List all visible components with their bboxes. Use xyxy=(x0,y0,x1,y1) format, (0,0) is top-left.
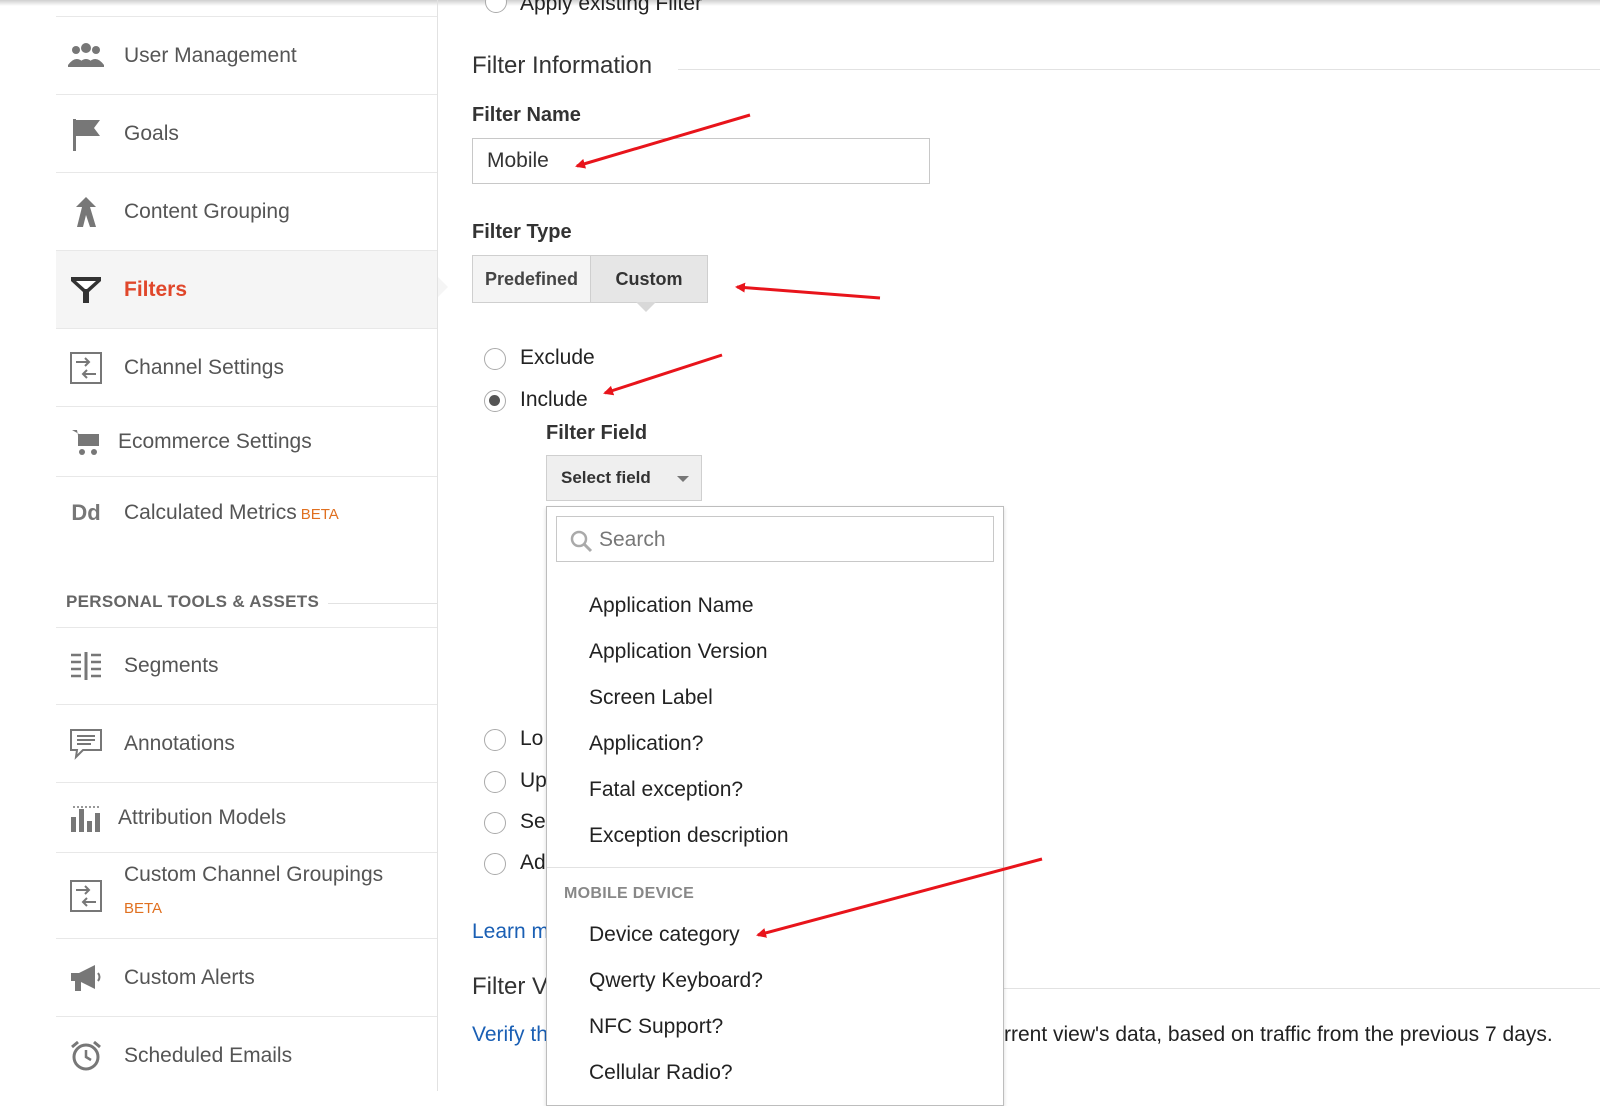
sidebar-item-label: Attribution Models xyxy=(118,805,287,829)
content-grouping-icon xyxy=(68,194,104,230)
apply-existing-filter-label: Apply existing Filter xyxy=(520,0,703,15)
option-label: Se xyxy=(520,810,546,833)
select-field-label: Select field xyxy=(561,468,651,487)
divider xyxy=(678,69,1600,70)
sidebar-item-filters[interactable]: Filters xyxy=(56,251,437,329)
sidebar-item-custom-channel-groupings[interactable]: Custom Channel Groupings BETA xyxy=(56,853,437,939)
channel-groupings-icon xyxy=(68,878,104,914)
include-label: Include xyxy=(520,388,588,411)
filter-icon xyxy=(68,272,104,308)
search-placeholder: Search xyxy=(599,528,666,551)
megaphone-icon xyxy=(68,960,104,996)
include-radio[interactable] xyxy=(484,390,506,412)
verify-description: rrent view's data, based on traffic from… xyxy=(1004,1023,1553,1046)
divider xyxy=(328,603,437,604)
users-icon xyxy=(68,38,104,74)
channel-settings-icon xyxy=(68,350,104,386)
filter-field-label: Filter Field xyxy=(546,422,648,444)
sidebar-item-label: Goals xyxy=(124,121,179,145)
annotations-icon xyxy=(68,726,104,762)
sidebar-item-content-grouping[interactable]: Content Grouping xyxy=(56,173,437,251)
active-pointer xyxy=(437,276,448,298)
cart-icon xyxy=(68,424,104,460)
chevron-down-icon xyxy=(677,476,689,482)
selected-tab-caret xyxy=(636,302,656,312)
alarm-clock-icon xyxy=(68,1038,104,1074)
exclude-label: Exclude xyxy=(520,346,595,369)
calculated-metrics-icon: Dd xyxy=(71,500,101,525)
sidebar-item-label: Custom Alerts xyxy=(124,965,255,989)
sidebar-item-label: Segments xyxy=(124,654,219,677)
sidebar-item-segments[interactable]: Segments xyxy=(56,627,437,705)
sidebar-item-label: Ecommerce Settings xyxy=(118,429,312,453)
sidebar-item-annotations[interactable]: Annotations xyxy=(56,705,437,783)
sidebar-item-label: Channel Settings xyxy=(124,355,284,379)
divider xyxy=(1003,988,1600,989)
sidebar-item-goals[interactable]: Goals xyxy=(56,95,437,173)
filter-name-label: Filter Name xyxy=(472,104,581,126)
segments-icon xyxy=(68,648,104,684)
sidebar-item-scheduled-emails[interactable]: Scheduled Emails xyxy=(56,1017,437,1095)
sidebar-item-label: Scheduled Emails xyxy=(124,1044,293,1067)
filter-type-custom-tab[interactable]: Custom xyxy=(590,255,708,303)
sidebar-item-label: Annotations xyxy=(124,731,235,755)
option-radio[interactable] xyxy=(484,729,506,751)
sidebar-border xyxy=(437,0,438,1091)
attribution-icon xyxy=(68,800,104,836)
flag-icon xyxy=(68,116,104,152)
menu-item-application[interactable]: Application? xyxy=(589,732,703,756)
menu-item-device-category[interactable]: Device category xyxy=(589,923,740,947)
sidebar-item-calculated-metrics[interactable]: Dd Calculated Metrics BETA xyxy=(56,477,437,549)
sidebar-item-label: Calculated Metrics BETA xyxy=(124,501,339,524)
sidebar-item-label: Content Grouping xyxy=(124,199,290,223)
menu-item-nfc-support[interactable]: NFC Support? xyxy=(589,1015,723,1039)
filter-information-title: Filter Information xyxy=(472,52,653,79)
verify-filter-link[interactable]: Verify th xyxy=(472,1023,548,1047)
search-input[interactable]: Search xyxy=(556,516,994,562)
apply-existing-filter-radio[interactable] xyxy=(485,0,507,13)
search-icon xyxy=(570,530,593,553)
beta-badge: BETA xyxy=(300,506,339,523)
exclude-radio[interactable] xyxy=(484,348,506,370)
beta-badge: BETA xyxy=(124,900,163,917)
sidebar-item-label: Custom Channel Groupings xyxy=(124,863,384,886)
menu-group-title: MOBILE DEVICE xyxy=(564,885,695,902)
sidebar-item-ecommerce-settings[interactable]: Ecommerce Settings xyxy=(56,407,437,477)
sidebar-item-label: User Management xyxy=(124,43,297,67)
menu-item-screen-label[interactable]: Screen Label xyxy=(589,686,713,710)
sidebar-item-custom-alerts[interactable]: Custom Alerts xyxy=(56,939,437,1017)
menu-item-qwerty-keyboard[interactable]: Qwerty Keyboard? xyxy=(589,969,763,993)
menu-item-fatal-exception[interactable]: Fatal exception? xyxy=(589,778,743,802)
learn-more-link[interactable]: Learn m xyxy=(472,920,549,944)
option-radio[interactable] xyxy=(484,853,506,875)
option-label: Ad xyxy=(520,851,546,874)
menu-item-application-name[interactable]: Application Name xyxy=(589,594,754,618)
divider xyxy=(547,867,1003,868)
menu-item-exception-description[interactable]: Exception description xyxy=(589,824,789,848)
option-label: Lo xyxy=(520,727,544,750)
option-radio[interactable] xyxy=(484,771,506,793)
filter-type-predefined-tab[interactable]: Predefined xyxy=(472,255,590,303)
sidebar-item-channel-settings[interactable]: Channel Settings xyxy=(56,329,437,407)
select-field-menu: Search Application Name Application Vers… xyxy=(546,506,1004,1106)
select-field-dropdown[interactable]: Select field xyxy=(546,455,702,501)
arrow-to-include xyxy=(603,353,723,396)
filter-type-label: Filter Type xyxy=(472,221,572,243)
menu-item-cellular-radio[interactable]: Cellular Radio? xyxy=(589,1061,733,1085)
sidebar-item-attribution-models[interactable]: Attribution Models xyxy=(56,783,437,853)
option-radio[interactable] xyxy=(484,812,506,834)
admin-sidebar: User Management Goals Content Grouping F… xyxy=(0,0,448,1091)
section-title: PERSONAL TOOLS & ASSETS xyxy=(66,592,320,611)
filter-name-input[interactable]: Mobile xyxy=(472,138,930,184)
arrow-to-custom-tab xyxy=(735,282,881,300)
sidebar-item-label: Filters xyxy=(124,277,188,301)
filter-verification-title: Filter V xyxy=(472,973,549,1000)
option-label: Up xyxy=(520,769,547,792)
menu-item-application-version[interactable]: Application Version xyxy=(589,640,768,664)
sidebar-item-user-management[interactable]: User Management xyxy=(56,17,437,95)
